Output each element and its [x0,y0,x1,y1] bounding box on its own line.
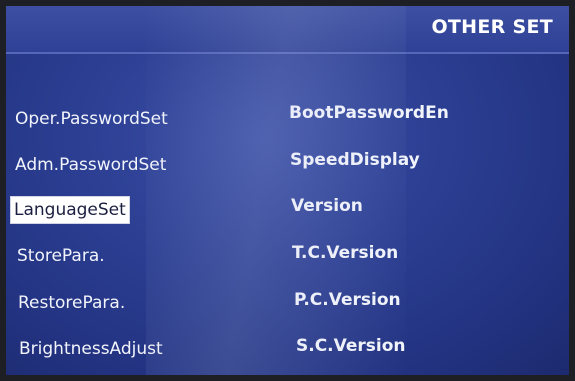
menu-item-pc-version[interactable]: P.C.Version [291,287,404,313]
device-bezel: OTHER SET Oper.PasswordSet Adm.PasswordS… [0,0,575,381]
menu-item-oper-password-set[interactable]: Oper.PasswordSet [12,106,171,132]
menu-item-brightness-adjust[interactable]: BrightnessAdjust [16,336,166,362]
menu-item-store-para[interactable]: StorePara. [14,243,108,269]
menu-item-restore-para[interactable]: RestorePara. [15,290,128,316]
menu-item-tc-version[interactable]: T.C.Version [289,240,401,266]
menu-item-version[interactable]: Version [288,193,366,219]
page-title: OTHER SET [431,16,553,38]
menu-item-language-set[interactable]: LanguageSet [10,196,130,224]
menu-item-boot-password-en[interactable]: BootPasswordEn [286,100,452,126]
title-bar: OTHER SET [6,6,569,54]
display-screen: OTHER SET Oper.PasswordSet Adm.PasswordS… [6,6,569,375]
menu-item-sc-version[interactable]: S.C.Version [293,333,409,359]
menu-item-speed-display[interactable]: SpeedDisplay [287,147,423,173]
menu-item-adm-password-set[interactable]: Adm.PasswordSet [12,152,169,178]
screen-glare [146,6,406,375]
